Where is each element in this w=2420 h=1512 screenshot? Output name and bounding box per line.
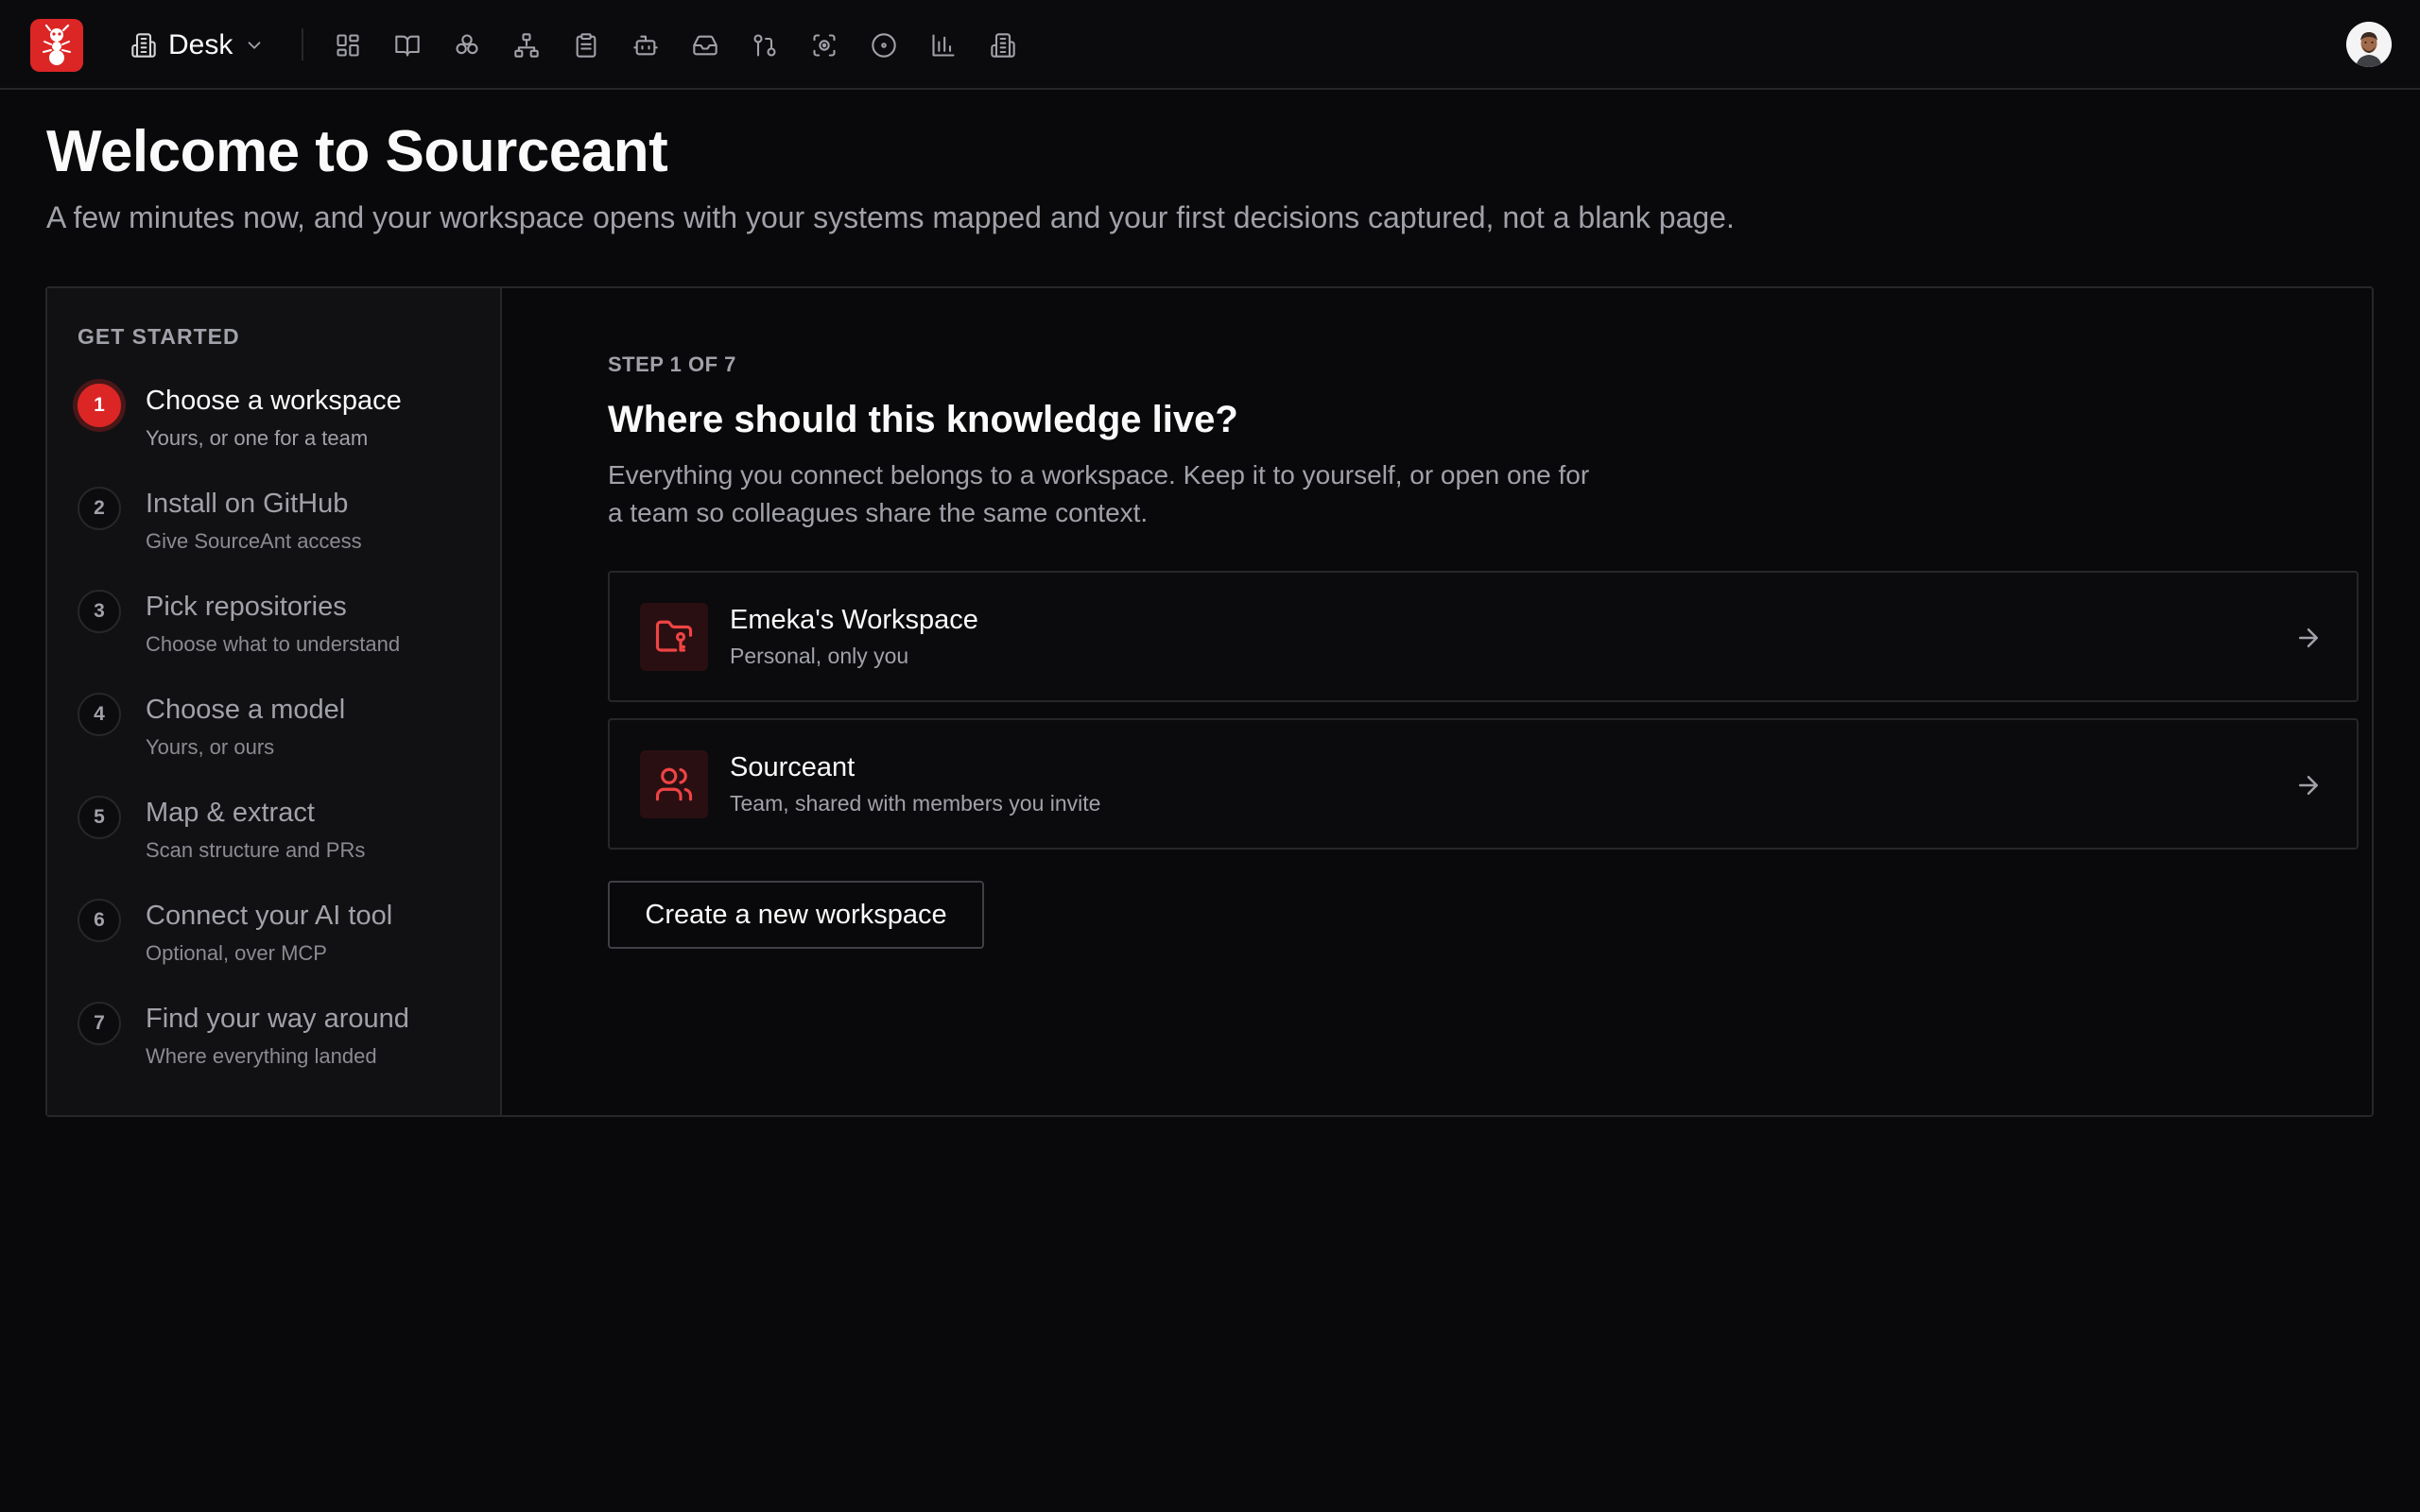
folder-key-icon — [655, 620, 693, 652]
arrow-right-icon — [2294, 624, 2323, 652]
page-title: Welcome to Sourceant — [46, 119, 668, 184]
page-subtitle: A few minutes now, and your workspace op… — [46, 200, 1735, 234]
step-number: 5 — [78, 796, 121, 839]
sitemap-icon — [514, 33, 539, 58]
clipboard-icon — [576, 33, 596, 58]
workspace-card-personal[interactable]: Emeka's Workspace Personal, only you — [608, 571, 2359, 702]
nav-scan[interactable] — [805, 26, 843, 64]
step-subtitle: Choose what to understand — [146, 632, 401, 656]
workspace-icon-badge — [640, 750, 708, 818]
step-title: Find your way around — [146, 1004, 409, 1034]
step-title: Choose a model — [146, 695, 346, 725]
step-content: STEP 1 OF 7 Where should this knowledge … — [502, 288, 2372, 1115]
step-subtitle: Give SourceAnt access — [146, 529, 362, 553]
circle-dot-icon — [872, 33, 896, 58]
step-item-find-your-way[interactable]: 7 Find your way around Where everything … — [78, 1002, 475, 1087]
step-subtitle: Yours, or ours — [146, 735, 275, 759]
step-number: 6 — [78, 899, 121, 942]
step-item-connect-ai-tool[interactable]: 6 Connect your AI tool Optional, over MC… — [78, 899, 475, 984]
ant-logo-icon — [43, 25, 71, 65]
create-workspace-button[interactable]: Create a new workspace — [608, 881, 984, 949]
step-number: 7 — [78, 1002, 121, 1045]
components-icon — [456, 34, 478, 55]
nav-agent[interactable] — [627, 26, 665, 64]
steps-heading: GET STARTED — [78, 324, 240, 349]
pull-request-icon — [753, 34, 776, 57]
step-progress-label: STEP 1 OF 7 — [608, 352, 736, 376]
step-title: Pick repositories — [146, 592, 347, 622]
step-item-pick-repositories[interactable]: 3 Pick repositories Choose what to under… — [78, 590, 475, 675]
nav-architecture[interactable] — [508, 26, 545, 64]
inbox-icon — [693, 35, 717, 56]
building-icon — [131, 33, 156, 58]
workspace-description: Team, shared with members you invite — [730, 791, 1101, 816]
user-avatar[interactable] — [2346, 22, 2392, 67]
step-item-install-github[interactable]: 2 Install on GitHub Give SourceAnt acces… — [78, 487, 475, 572]
step-number: 2 — [78, 487, 121, 530]
workspace-switcher-label: Desk — [168, 29, 233, 60]
dashboard-icon — [337, 34, 359, 57]
step-item-choose-model[interactable]: 4 Choose a model Yours, or ours — [78, 693, 475, 778]
step-subtitle: Where everything landed — [146, 1044, 377, 1068]
nav-pull-requests[interactable] — [746, 26, 784, 64]
chevron-down-icon — [248, 42, 261, 49]
book-icon — [395, 35, 420, 57]
nav-organization[interactable] — [984, 26, 1022, 64]
nav-inbox[interactable] — [686, 26, 724, 64]
app-logo[interactable] — [30, 19, 83, 72]
workspace-icon-badge — [640, 603, 708, 671]
scan-icon — [813, 34, 836, 57]
step-number: 4 — [78, 693, 121, 736]
bar-chart-icon — [932, 34, 955, 57]
step-subtitle: Yours, or one for a team — [146, 426, 369, 450]
nav-analytics[interactable] — [925, 26, 962, 64]
step-title: Choose a workspace — [146, 386, 402, 416]
steps-sidebar: GET STARTED 1 Choose a workspace Yours, … — [47, 288, 502, 1115]
topbar-divider — [302, 28, 303, 60]
step-title: Map & extract — [146, 798, 315, 828]
workspace-switcher[interactable]: Desk — [130, 25, 265, 66]
nav-components[interactable] — [448, 26, 486, 64]
nav-tasks[interactable] — [567, 26, 605, 64]
step-title: Install on GitHub — [146, 489, 349, 519]
step-subtitle: Optional, over MCP — [146, 941, 327, 965]
nav-icon-bar — [329, 26, 1022, 64]
onboarding-panel: GET STARTED 1 Choose a workspace Yours, … — [45, 286, 2374, 1117]
workspace-name: Emeka's Workspace — [730, 605, 978, 635]
nav-status[interactable] — [865, 26, 903, 64]
user-avatar-icon — [2346, 22, 2392, 67]
bot-icon — [633, 35, 658, 56]
step-description: Everything you connect belongs to a work… — [608, 460, 1590, 527]
step-item-choose-workspace[interactable]: 1 Choose a workspace Yours, or one for a… — [78, 384, 475, 469]
step-number: 3 — [78, 590, 121, 633]
step-number: 1 — [78, 384, 121, 427]
top-bar: Desk — [0, 0, 2420, 90]
nav-dashboard[interactable] — [329, 26, 367, 64]
arrow-right-icon — [2294, 771, 2323, 799]
step-subtitle: Scan structure and PRs — [146, 838, 366, 862]
nav-docs[interactable] — [389, 26, 426, 64]
step-title-heading: Where should this knowledge live? — [608, 399, 1238, 440]
workspace-name: Sourceant — [730, 752, 856, 782]
step-item-map-extract[interactable]: 5 Map & extract Scan structure and PRs — [78, 796, 475, 881]
workspace-description: Personal, only you — [730, 644, 909, 668]
step-title: Connect your AI tool — [146, 901, 393, 931]
users-icon — [655, 767, 693, 801]
building-icon — [991, 33, 1015, 58]
workspace-card-team[interactable]: Sourceant Team, shared with members you … — [608, 718, 2359, 850]
